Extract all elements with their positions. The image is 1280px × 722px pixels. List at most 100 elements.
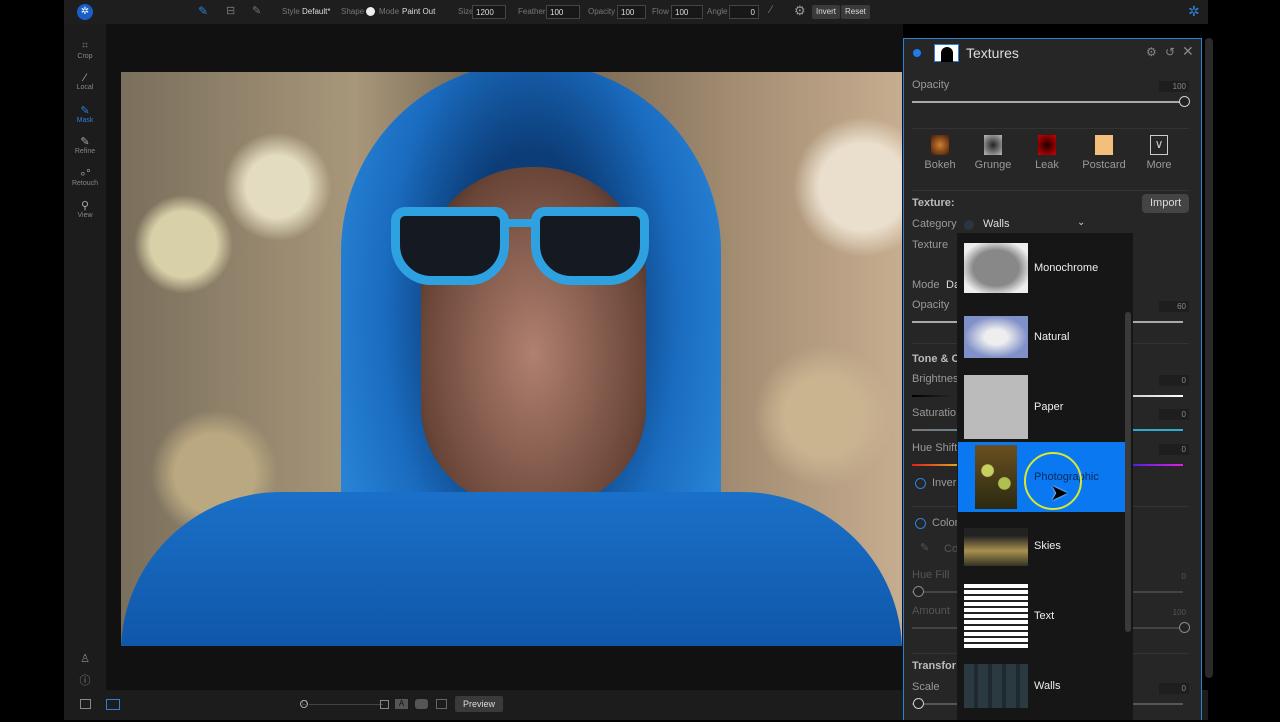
texture-opacity-value[interactable]: 60 bbox=[1159, 301, 1189, 312]
feather-field[interactable]: 100 bbox=[546, 5, 580, 19]
opacity-label: Opacity bbox=[588, 7, 616, 16]
left-toolbar: ⌗ Crop ⁄ Local ✎ Mask ✎ Refine ∘° Retouch ⚲ Vi… bbox=[64, 24, 106, 690]
mode-select[interactable]: Paint Out bbox=[402, 7, 435, 16]
amount-value[interactable]: 100 bbox=[1159, 607, 1189, 618]
bokeh-thumbnail bbox=[931, 135, 949, 155]
brightness-label: Brightnes bbox=[912, 373, 959, 385]
tool-retouch[interactable]: ∘° Retouch bbox=[64, 167, 106, 187]
mask-thumbnail[interactable] bbox=[934, 44, 959, 62]
category-select[interactable]: Walls bbox=[983, 218, 1009, 230]
preset-more[interactable]: ∨ More bbox=[1134, 135, 1184, 171]
panel-scrollbar[interactable] bbox=[1205, 38, 1213, 678]
zoom-slider-knob[interactable] bbox=[300, 700, 308, 708]
panel-toggle-icon[interactable] bbox=[80, 699, 91, 709]
magic-wand-icon[interactable]: ⁄ bbox=[770, 4, 772, 16]
dropdown-item-paper[interactable]: Paper bbox=[958, 373, 1124, 443]
retouch-icon: ∘° bbox=[79, 168, 91, 180]
import-button[interactable]: Import bbox=[1142, 194, 1190, 213]
tool-mask[interactable]: ✎ Mask bbox=[64, 104, 106, 124]
leak-thumbnail bbox=[1038, 135, 1056, 155]
auto-brush-icon[interactable]: ✎ bbox=[252, 4, 261, 17]
tone-color-heading: Tone & C bbox=[912, 353, 960, 365]
preview-button[interactable]: Preview bbox=[455, 696, 504, 712]
grayscale-view-icon[interactable] bbox=[415, 699, 428, 709]
opacity-field[interactable]: 100 bbox=[617, 5, 646, 19]
style-select[interactable]: Default* bbox=[302, 7, 330, 16]
preset-postcard[interactable]: Postcard bbox=[1078, 135, 1130, 171]
hue-fill-value[interactable]: 0 bbox=[1159, 571, 1189, 582]
preset-leak[interactable]: Leak bbox=[1022, 135, 1072, 171]
tool-crop[interactable]: ⌗ Crop bbox=[64, 40, 106, 60]
dropdown-item-text[interactable]: Text bbox=[958, 582, 1124, 652]
photo-canvas[interactable] bbox=[121, 72, 902, 646]
category-thumbnail bbox=[964, 220, 974, 230]
color-radio[interactable] bbox=[915, 518, 926, 529]
color-label: Color bbox=[932, 517, 959, 529]
gear-icon[interactable]: ⚙ bbox=[794, 3, 806, 19]
brush-settings-icon[interactable]: ⊟ bbox=[226, 4, 235, 17]
opacity-slider-knob[interactable] bbox=[1179, 96, 1190, 107]
opacity-slider[interactable] bbox=[912, 101, 1183, 103]
skies-thumbnail bbox=[964, 528, 1028, 566]
natural-thumbnail bbox=[964, 316, 1028, 358]
reset-icon[interactable]: ↺ bbox=[1165, 45, 1175, 59]
dropdown-item-photographic[interactable]: Photographic ➤ bbox=[958, 442, 1125, 512]
hue-fill-label: Hue Fill bbox=[912, 569, 950, 581]
chevron-down-icon[interactable]: ⌄ bbox=[1077, 217, 1085, 228]
preset-grunge[interactable]: Grunge bbox=[968, 135, 1018, 171]
text-thumbnail bbox=[964, 584, 1028, 648]
refine-brush-icon: ✎ bbox=[80, 136, 90, 148]
zoom-slider[interactable] bbox=[309, 704, 383, 705]
dropdown-item-monochrome[interactable]: Monochrome bbox=[958, 233, 1124, 303]
gear-icon[interactable]: ⚙ bbox=[1146, 45, 1157, 59]
dropdown-scrollbar[interactable] bbox=[1125, 312, 1131, 632]
dropdown-item-skies[interactable]: Skies bbox=[958, 512, 1124, 582]
texture-heading: Texture: bbox=[912, 197, 955, 209]
photo-sunglasses bbox=[391, 207, 661, 287]
hue-shift-label: Hue Shift bbox=[912, 442, 958, 454]
overlay-view-icon[interactable]: A bbox=[395, 699, 408, 709]
panel-title: Textures bbox=[966, 45, 1019, 61]
dropdown-item-natural[interactable]: Natural bbox=[958, 303, 1124, 373]
saturation-value[interactable]: 0 bbox=[1159, 409, 1189, 420]
close-icon[interactable]: ✕ bbox=[1182, 43, 1194, 60]
texture-label: Texture bbox=[912, 239, 949, 251]
hue-fill-knob[interactable] bbox=[913, 586, 924, 597]
help-icon[interactable]: ⓘ bbox=[64, 672, 106, 688]
preset-bokeh[interactable]: Bokeh bbox=[915, 135, 965, 171]
app-settings-icon[interactable]: ✲ bbox=[1188, 3, 1200, 20]
mask-brush-icon: ✎ bbox=[80, 105, 90, 117]
amount-label: Amount bbox=[912, 605, 950, 617]
scale-label: Scale bbox=[912, 681, 940, 693]
eyedropper-icon[interactable]: ✎ bbox=[920, 541, 929, 554]
reset-button[interactable]: Reset bbox=[841, 5, 870, 19]
amount-knob[interactable] bbox=[1179, 622, 1190, 633]
scale-value[interactable]: 0 bbox=[1159, 683, 1189, 694]
red-mask-view-icon[interactable] bbox=[436, 699, 447, 709]
tool-local[interactable]: ⁄ Local bbox=[64, 72, 106, 91]
tool-view[interactable]: ⚲ View bbox=[64, 199, 106, 219]
shape-circle-icon[interactable] bbox=[366, 7, 375, 16]
brightness-value[interactable]: 0 bbox=[1159, 375, 1189, 386]
user-icon[interactable]: ♙ bbox=[64, 652, 106, 665]
mask-brush-icon[interactable]: ✎ bbox=[198, 4, 208, 18]
mouse-cursor-icon: ➤ bbox=[1050, 480, 1069, 505]
flow-field[interactable]: 100 bbox=[671, 5, 703, 19]
tool-refine[interactable]: ✎ Refine bbox=[64, 135, 106, 155]
crop-icon: ⌗ bbox=[81, 40, 89, 52]
top-toolbar: ✎ ⊟ ✎ Style Default* Shape Mode Paint Ou… bbox=[64, 0, 1208, 24]
mask-view-icon[interactable] bbox=[380, 700, 389, 709]
hue-shift-value[interactable]: 0 bbox=[1159, 444, 1189, 455]
shape-label: Shape bbox=[341, 7, 365, 16]
invert-radio[interactable] bbox=[915, 478, 926, 489]
dropdown-item-walls[interactable]: Walls bbox=[958, 652, 1124, 722]
layer-enabled-toggle[interactable] bbox=[913, 49, 921, 57]
angle-field[interactable]: 0 bbox=[729, 5, 759, 19]
invert-button[interactable]: Invert bbox=[812, 5, 841, 19]
app-logo-icon[interactable]: ✲ bbox=[77, 4, 93, 20]
single-view-icon[interactable] bbox=[106, 699, 120, 710]
category-label: Category bbox=[912, 218, 957, 230]
size-field[interactable]: 1200 bbox=[472, 5, 506, 19]
scale-knob[interactable] bbox=[913, 698, 924, 709]
opacity-value[interactable]: 100 bbox=[1159, 81, 1189, 92]
